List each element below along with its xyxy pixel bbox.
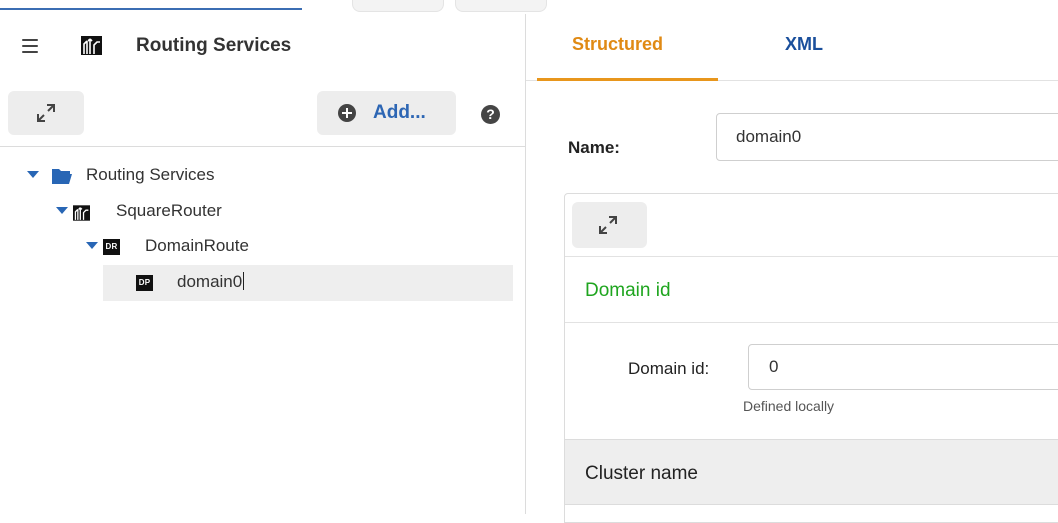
app-title: Routing Services <box>136 35 292 56</box>
help-icon[interactable]: ? <box>481 105 500 124</box>
tree-node-text: domain0 <box>177 272 243 291</box>
tree-node-squarerouter[interactable]: SquareRouter <box>0 194 400 230</box>
divider <box>565 256 1058 257</box>
caret-down-icon[interactable] <box>56 207 68 214</box>
left-header: Routing Services <box>0 14 526 78</box>
tree-node-label: DomainRoute <box>145 236 249 255</box>
plus-circle-icon <box>338 104 356 122</box>
tree-node-domain0[interactable]: DP domain0 <box>103 265 513 301</box>
tree-node-label: domain0 <box>177 272 245 292</box>
right-pane: Structured XML Name: Domain id Domain id… <box>526 14 1058 523</box>
tree-node-label: SquareRouter <box>116 201 222 220</box>
tree-node-domainroute[interactable]: DR DomainRoute <box>0 229 400 265</box>
active-tab-indicator <box>537 78 718 81</box>
router-icon <box>73 205 90 221</box>
caret-down-icon[interactable] <box>86 242 98 249</box>
name-label: Name: <box>568 138 620 157</box>
add-button[interactable]: Add... <box>317 91 456 135</box>
properties-panel: Domain id Domain id: Defined locally Clu… <box>564 193 1058 523</box>
panel-expand-button[interactable] <box>572 202 647 248</box>
domain-participant-badge-icon: DP <box>136 275 153 291</box>
left-pane: Routing Services Add... ? Routing Servic… <box>0 14 526 514</box>
caret-down-icon[interactable] <box>27 171 39 178</box>
window-tab[interactable] <box>455 0 547 12</box>
expand-button[interactable] <box>8 91 84 135</box>
tab-xml[interactable]: XML <box>785 34 823 55</box>
domain-id-label: Domain id: <box>628 359 710 378</box>
tree-node-routing-services[interactable]: Routing Services <box>0 158 400 194</box>
tab-structured[interactable]: Structured <box>572 34 663 55</box>
section-title-cluster-name: Cluster name <box>585 463 698 484</box>
text-cursor <box>243 272 245 290</box>
folder-open-icon <box>52 169 72 184</box>
divider <box>565 322 1058 323</box>
section-title-domain-id: Domain id <box>585 280 671 301</box>
hamburger-menu-icon[interactable] <box>22 39 38 53</box>
domain-route-badge-icon: DR <box>103 239 120 255</box>
expand-icon <box>599 216 617 234</box>
add-button-label: Add... <box>373 102 426 123</box>
divider <box>0 146 525 147</box>
editor-tabs: Structured XML <box>526 14 1058 81</box>
domain-id-input[interactable] <box>748 344 1058 390</box>
expand-icon <box>37 104 55 122</box>
window-tab[interactable] <box>352 0 444 12</box>
name-input[interactable] <box>716 113 1058 161</box>
tree-toolbar: Add... ? <box>0 78 526 146</box>
tree-node-label: Routing Services <box>86 165 215 184</box>
top-strip <box>0 0 1058 14</box>
active-window-tab-indicator <box>0 8 302 10</box>
section-cluster-name[interactable]: Cluster name <box>565 439 1058 505</box>
router-icon <box>81 36 102 55</box>
domain-id-hint: Defined locally <box>743 398 835 414</box>
